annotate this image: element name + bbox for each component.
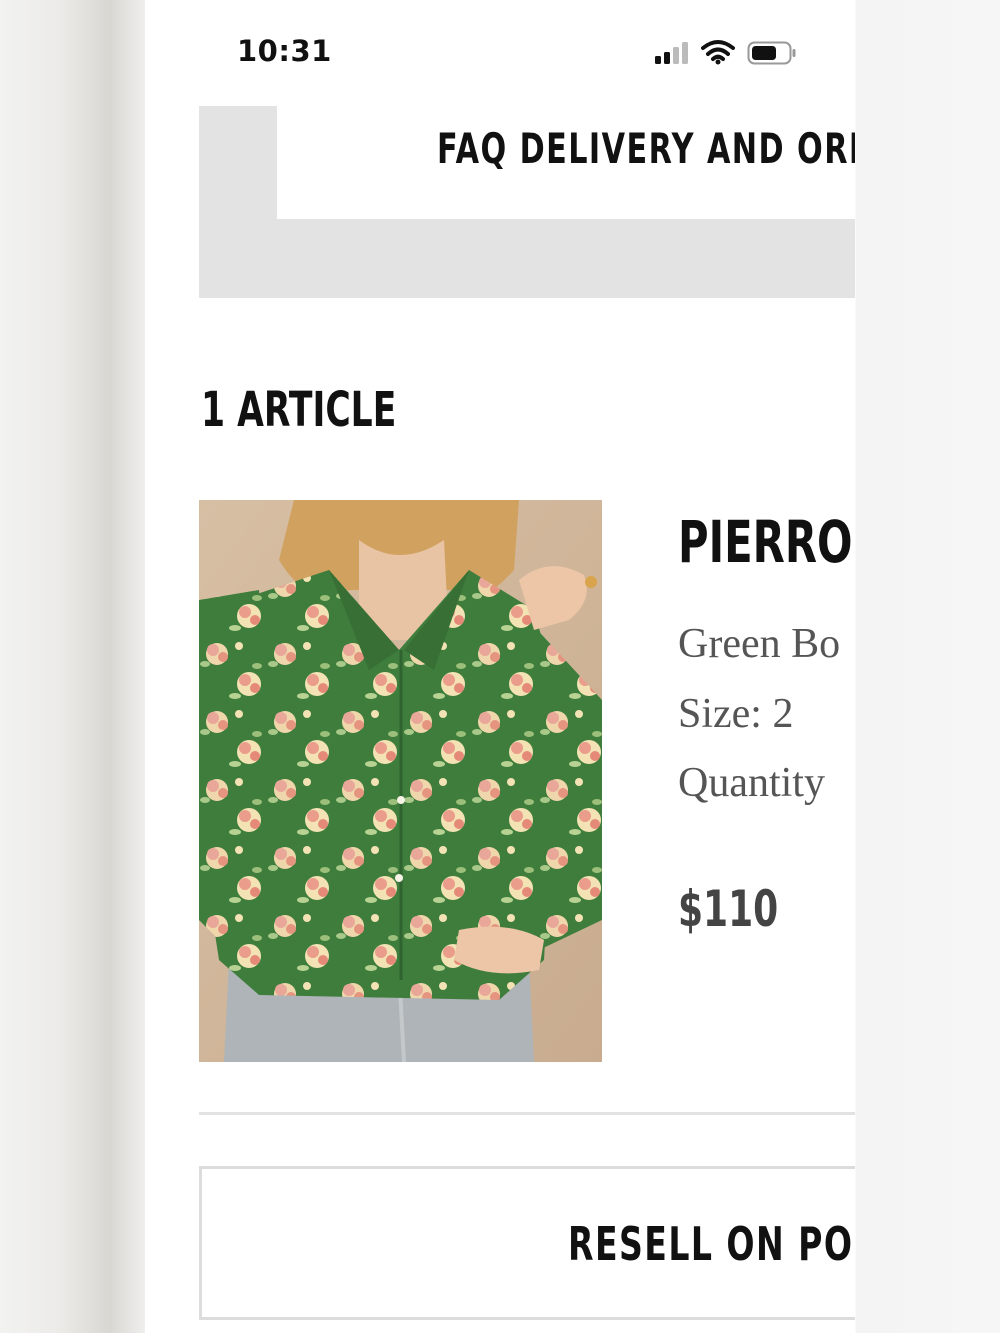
resell-on-poshmark-button[interactable]: RESELL ON POSH <box>199 1166 855 1320</box>
divider <box>199 1112 855 1115</box>
status-time: 10:31 <box>237 34 332 68</box>
product-size: Size: 2 <box>678 691 794 737</box>
product-color: Green Bo <box>678 621 841 667</box>
product-price: $110 <box>678 880 779 938</box>
product-name[interactable]: PIERRO <box>678 508 852 576</box>
faq-tab[interactable]: FAQ DELIVERY AND ORD <box>277 106 855 219</box>
article-count: 1 ARTICLE <box>201 382 397 438</box>
wifi-icon <box>701 40 735 65</box>
battery-icon <box>747 41 796 65</box>
phone-screen: 10:31 FAQ DELIVERY AND ORD 1 ARTICLE PIE… <box>145 0 855 1333</box>
product-quantity: Quantity <box>678 760 825 806</box>
resell-button-label[interactable]: RESELL ON POSH <box>568 1217 855 1271</box>
faq-title[interactable]: FAQ DELIVERY AND ORD <box>437 124 855 173</box>
cellular-signal-icon <box>655 42 688 64</box>
product-image[interactable] <box>199 500 602 1062</box>
faq-delivery-banner[interactable]: FAQ DELIVERY AND ORD <box>199 106 855 298</box>
